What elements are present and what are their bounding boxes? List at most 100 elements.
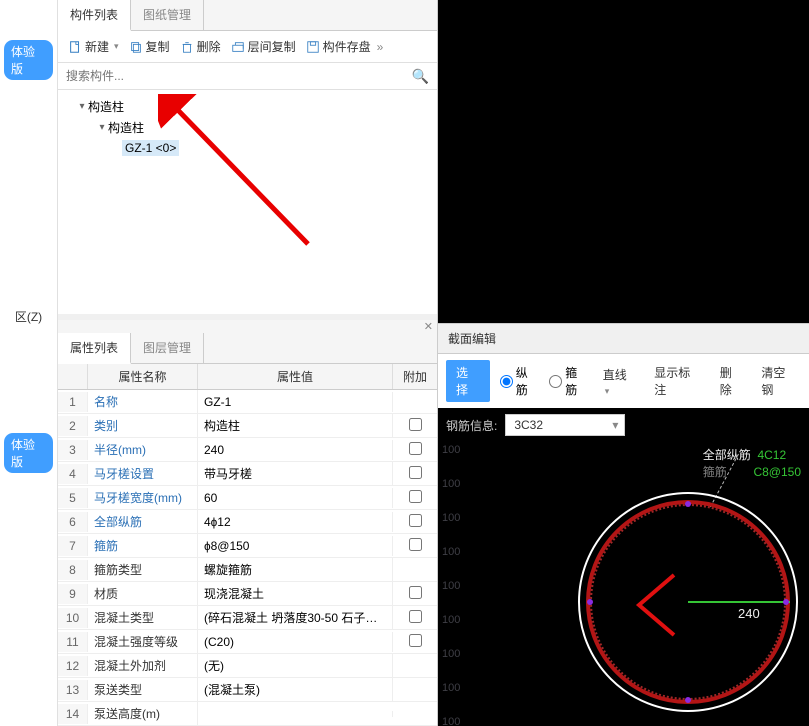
extra-checkbox[interactable] — [409, 442, 422, 455]
property-value[interactable]: (混凝土泵) — [198, 678, 393, 701]
select-mode-button[interactable]: 选择 — [446, 360, 490, 402]
row-index: 1 — [58, 392, 88, 412]
tab-properties[interactable]: 属性列表 — [58, 333, 131, 364]
clear-rebar-button[interactable]: 清空钢 — [757, 364, 801, 398]
property-name: 混凝土类型 — [88, 606, 198, 629]
extra-checkbox[interactable] — [409, 586, 422, 599]
property-name: 材质 — [88, 582, 198, 605]
property-value[interactable]: (碎石混凝土 坍落度30-50 石子… — [198, 606, 393, 629]
property-value[interactable]: 240 — [198, 440, 393, 460]
property-row[interactable]: 3半径(mm)240 — [58, 438, 437, 462]
tree-leaf[interactable]: GZ-1 <0> — [122, 138, 429, 158]
section-canvas[interactable]: 全部纵筋 4C12 箍筋 C8@150 10010010010010010010… — [438, 442, 809, 726]
extra-checkbox[interactable] — [409, 538, 422, 551]
property-name: 泵送高度(m) — [88, 702, 198, 725]
new-icon — [68, 40, 82, 54]
tree-child[interactable]: ▾ 构造柱 — [96, 117, 429, 138]
property-value[interactable]: 带马牙槎 — [198, 462, 393, 485]
property-row[interactable]: 10混凝土类型(碎石混凝土 坍落度30-50 石子… — [58, 606, 437, 630]
cursor-marker — [634, 570, 684, 640]
property-name: 泵送类型 — [88, 678, 198, 701]
tab-component-list[interactable]: 构件列表 — [58, 0, 131, 31]
show-dim-button[interactable]: 显示标注 — [650, 364, 705, 398]
grid-tick: 100 — [442, 546, 460, 558]
property-row[interactable]: 7箍筋ɸ8@150 — [58, 534, 437, 558]
grid-tick: 100 — [442, 580, 460, 592]
rebar-info-dropdown[interactable]: 3C32 — [505, 414, 625, 436]
search-icon[interactable]: 🔍 — [412, 68, 429, 85]
longbar-radio[interactable]: 纵筋 — [500, 364, 540, 398]
component-tree: ▾ 构造柱 ▾ 构造柱 GZ-1 <0> — [58, 90, 437, 314]
grid-tick: 100 — [442, 716, 460, 726]
section-delete-button[interactable]: 删除 — [716, 364, 748, 398]
property-value[interactable]: 现浇混凝土 — [198, 582, 393, 605]
property-header: 属性名称 属性值 附加 — [58, 364, 437, 390]
tab-drawing-manage[interactable]: 图纸管理 — [131, 0, 204, 30]
rebar-dot[interactable] — [587, 599, 593, 605]
row-index: 11 — [58, 632, 88, 652]
property-value[interactable]: 4ɸ12 — [198, 512, 393, 532]
zone-label[interactable]: 区(Z) — [0, 304, 57, 329]
row-index: 14 — [58, 704, 88, 724]
rebar-info-label: 钢筋信息: — [446, 417, 497, 434]
grid-tick: 100 — [442, 648, 460, 660]
extra-checkbox[interactable] — [409, 514, 422, 527]
search-input[interactable] — [58, 63, 437, 89]
tree-root[interactable]: ▾ 构造柱 — [76, 96, 429, 117]
tab-layers[interactable]: 图层管理 — [131, 333, 204, 363]
trial-badge-2: 体验版 — [4, 433, 53, 473]
property-row[interactable]: 1名称GZ-1 — [58, 390, 437, 414]
grid-tick: 100 — [442, 444, 460, 456]
copy-button[interactable]: 复制 — [125, 35, 174, 58]
grid-tick: 100 — [442, 478, 460, 490]
property-row[interactable]: 14泵送高度(m) — [58, 702, 437, 726]
delete-button[interactable]: 删除 — [176, 35, 225, 58]
extra-checkbox[interactable] — [409, 610, 422, 623]
row-index: 13 — [58, 680, 88, 700]
extra-checkbox[interactable] — [409, 466, 422, 479]
rebar-dot[interactable] — [685, 697, 691, 703]
save-component-button[interactable]: 构件存盘 — [302, 35, 375, 58]
property-row[interactable]: 6全部纵筋4ɸ12 — [58, 510, 437, 534]
stirrup-radio[interactable]: 箍筋 — [549, 364, 589, 398]
property-name: 混凝土强度等级 — [88, 630, 198, 653]
property-name: 箍筋类型 — [88, 558, 198, 581]
property-row[interactable]: 13泵送类型(混凝土泵) — [58, 678, 437, 702]
property-row[interactable]: 8箍筋类型螺旋箍筋 — [58, 558, 437, 582]
property-row[interactable]: 11混凝土强度等级(C20) — [58, 630, 437, 654]
property-value[interactable]: (无) — [198, 654, 393, 677]
property-value[interactable]: ɸ8@150 — [198, 536, 393, 556]
panel-close-icon[interactable]: ✕ — [58, 320, 437, 333]
property-row[interactable]: 9材质现浇混凝土 — [58, 582, 437, 606]
row-index: 3 — [58, 440, 88, 460]
floor-copy-icon — [231, 40, 245, 54]
extra-checkbox[interactable] — [409, 418, 422, 431]
collapse-icon[interactable]: ▾ — [96, 122, 108, 133]
grid-tick: 100 — [442, 682, 460, 694]
rebar-info-bar: 钢筋信息: 3C32 — [438, 408, 809, 442]
property-value[interactable]: 60 — [198, 488, 393, 508]
property-row[interactable]: 2类别构造柱 — [58, 414, 437, 438]
new-button[interactable]: 新建▾ — [64, 35, 123, 58]
search-box[interactable]: 🔍 — [58, 63, 437, 90]
model-viewport[interactable] — [438, 0, 809, 323]
grid-tick: 100 — [442, 512, 460, 524]
left-nav-strip: 体验版 区(Z) 体验版 — [0, 0, 58, 726]
property-row[interactable]: 4马牙槎设置带马牙槎 — [58, 462, 437, 486]
floor-copy-button[interactable]: 层间复制 — [227, 35, 300, 58]
extra-checkbox[interactable] — [409, 490, 422, 503]
property-panel: ✕ 属性列表 图层管理 属性名称 属性值 附加 1名称GZ-12类别构造柱3半径… — [58, 314, 437, 726]
rebar-dot[interactable] — [685, 501, 691, 507]
property-row[interactable]: 5马牙槎宽度(mm)60 — [58, 486, 437, 510]
property-value[interactable]: 构造柱 — [198, 414, 393, 437]
property-value[interactable] — [198, 711, 393, 717]
property-row[interactable]: 12混凝土外加剂(无) — [58, 654, 437, 678]
extra-checkbox[interactable] — [409, 634, 422, 647]
property-value[interactable]: GZ-1 — [198, 392, 393, 412]
rebar-dot[interactable] — [783, 599, 789, 605]
collapse-icon[interactable]: ▾ — [76, 101, 88, 112]
property-value[interactable]: 螺旋箍筋 — [198, 558, 393, 581]
property-value[interactable]: (C20) — [198, 632, 393, 652]
property-name: 半径(mm) — [88, 438, 198, 461]
line-tool-button[interactable]: 直线 ▾ — [599, 366, 640, 397]
